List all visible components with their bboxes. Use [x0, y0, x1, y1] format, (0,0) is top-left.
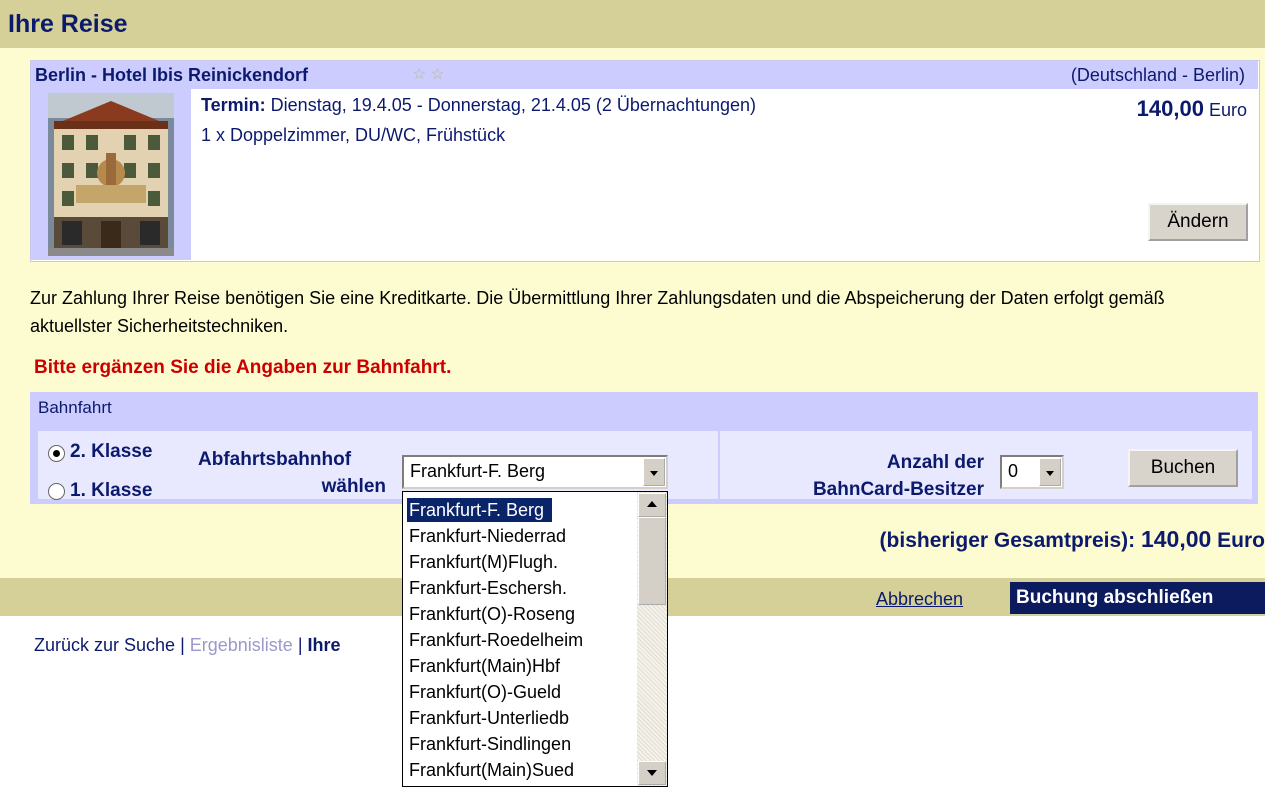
scroll-down-icon[interactable]: [638, 761, 666, 785]
class-1-label[interactable]: 1. Klasse: [70, 480, 152, 502]
bahncard-label-line1: Anzahl der: [886, 452, 984, 473]
book-button[interactable]: Buchen: [1128, 449, 1238, 487]
cancel-link[interactable]: Abbrechen: [876, 589, 963, 610]
total-price: (bisheriger Gesamtpreis): 140,00 Euro: [880, 526, 1265, 553]
departure-station-select[interactable]: Frankfurt-F. Berg: [402, 455, 668, 489]
station-option[interactable]: Frankfurt(Main)Sued: [409, 758, 574, 782]
room-description: 1 x Doppelzimmer, DU/WC, Frühstück: [201, 125, 506, 145]
breadcrumb-results-link[interactable]: Ergebnisliste: [190, 635, 293, 655]
station-option[interactable]: Frankfurt(O)-Roseng: [409, 602, 575, 626]
bahncard-count-select[interactable]: 0: [1000, 455, 1064, 489]
hotel-card: [30, 60, 1260, 262]
total-amount: 140,00: [1140, 526, 1212, 552]
complete-booking-button[interactable]: Buchung abschließen: [1010, 582, 1265, 614]
change-button[interactable]: Ändern: [1148, 203, 1248, 241]
class-2-label[interactable]: 2. Klasse: [70, 441, 152, 463]
page-title: Ihre Reise: [8, 10, 128, 38]
station-option[interactable]: Frankfurt(Main)Hbf: [409, 654, 560, 678]
price-currency: Euro: [1203, 100, 1247, 120]
price-amount: 140,00: [1136, 96, 1204, 121]
booking-dates: Termin: Dienstag, 19.4.05 - Donnerstag, …: [201, 95, 756, 116]
termin-label: Termin:: [201, 95, 266, 115]
title-bar: Ihre Reise: [0, 0, 1265, 48]
station-option[interactable]: Frankfurt-Niederrad: [409, 524, 566, 548]
total-label: (bisheriger Gesamtpreis):: [879, 529, 1141, 552]
class-2-radio[interactable]: [48, 445, 65, 462]
station-option[interactable]: Frankfurt(O)-Gueld: [409, 680, 561, 704]
bahncard-label: Anzahl der BahnCard-Besitzer: [740, 449, 984, 503]
chevron-down-icon[interactable]: [1039, 458, 1061, 486]
breadcrumb-back-link[interactable]: Zurück zur Suche: [34, 635, 175, 655]
station-option[interactable]: Frankfurt-Unterliedb: [409, 706, 569, 730]
bahncard-label-line2: BahnCard-Besitzer: [812, 479, 984, 500]
station-dropdown-list[interactable]: Frankfurt-F. Berg Frankfurt-Niederrad Fr…: [402, 491, 668, 787]
payment-info-text: Zur Zahlung Ihrer Reise benötigen Sie ei…: [30, 288, 1165, 336]
train-section-title: Bahnfahrt: [38, 398, 112, 417]
station-option[interactable]: Frankfurt-Eschersh.: [409, 576, 567, 600]
departure-label-line2: wählen: [321, 476, 386, 497]
departure-station-label: Abfahrtsbahnhof wählen: [190, 446, 386, 500]
bahncard-select-value: 0: [1008, 461, 1019, 481]
hotel-photo: [48, 93, 174, 256]
hotel-price: 140,00 Euro: [1137, 96, 1247, 122]
hotel-name: Berlin - Hotel Ibis Reinickendorf: [35, 65, 309, 85]
chevron-down-icon[interactable]: [643, 458, 665, 486]
scroll-up-icon[interactable]: [638, 493, 666, 517]
dropdown-scrollbar[interactable]: [637, 492, 667, 786]
class-1-radio[interactable]: [48, 483, 65, 500]
termin-value: Dienstag, 19.4.05 - Donnerstag, 21.4.05 …: [265, 95, 756, 115]
hotel-stars-icon: ☆☆: [412, 66, 449, 83]
station-select-value: Frankfurt-F. Berg: [410, 461, 546, 481]
station-option[interactable]: Frankfurt-Roedelheim: [409, 628, 583, 652]
scrollbar-thumb[interactable]: [638, 517, 666, 605]
total-currency: Euro: [1211, 529, 1265, 552]
station-option[interactable]: Frankfurt-F. Berg: [405, 497, 554, 523]
breadcrumb-separator: |: [175, 635, 190, 655]
breadcrumb-current: Ihre: [307, 635, 341, 655]
departure-label-line1: Abfahrtsbahnhof: [198, 449, 352, 470]
hotel-location: (Deutschland - Berlin): [1070, 65, 1245, 85]
breadcrumb-separator: |: [292, 635, 308, 655]
warning-message: Bitte ergänzen Sie die Angaben zur Bahnf…: [34, 357, 452, 378]
station-option[interactable]: Frankfurt(M)Flugh.: [409, 550, 558, 574]
station-option[interactable]: Frankfurt-Sindlingen: [409, 732, 571, 756]
